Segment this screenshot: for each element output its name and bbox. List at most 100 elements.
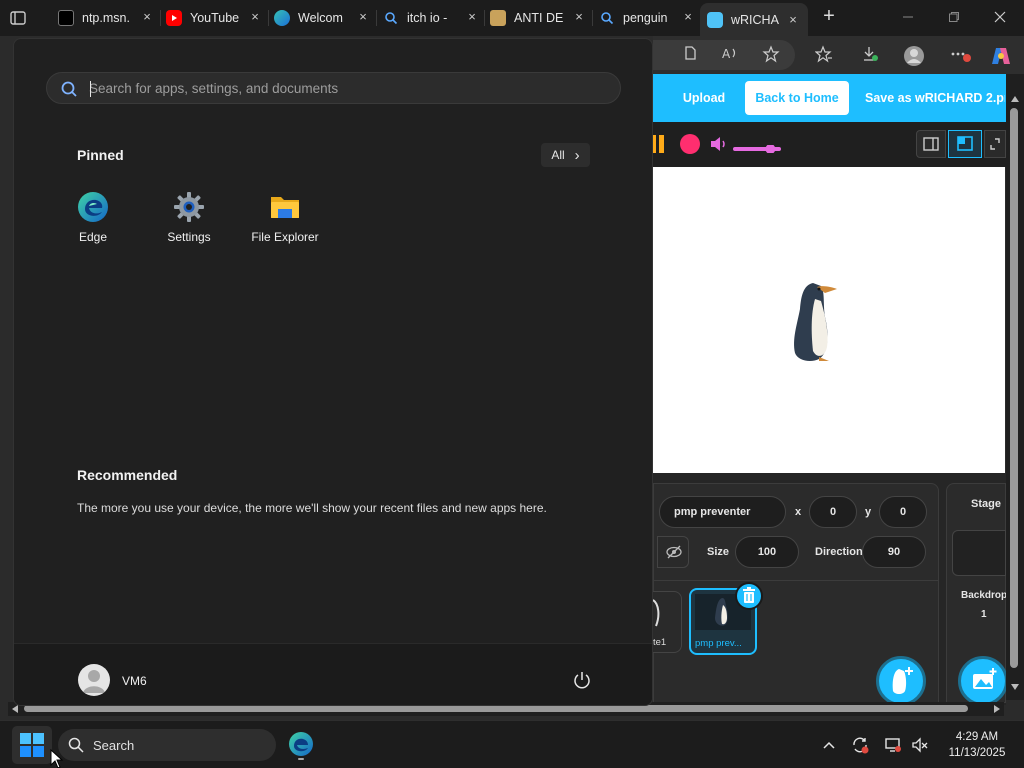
tab-welcome[interactable]: Welcom ×	[274, 6, 370, 30]
volume-muted-icon[interactable]	[911, 736, 929, 754]
system-clock[interactable]: 4:29 AM 11/13/2025	[940, 729, 1014, 761]
pinned-app-label: File Explorer	[251, 230, 319, 244]
folder-icon	[271, 197, 299, 218]
read-aloud-icon[interactable]: A	[720, 45, 740, 65]
favorites-icon[interactable]	[814, 45, 834, 65]
choose-backdrop-button[interactable]	[958, 656, 1008, 706]
sprite-thumbnail-label: te1	[653, 637, 667, 648]
size-label: Size	[707, 546, 730, 558]
backdrops-count: 1	[981, 609, 987, 620]
pinned-app-file-explorer[interactable]: File Explorer	[240, 189, 330, 249]
tab-close-icon[interactable]: ×	[572, 10, 586, 24]
start-menu-footer: VM6	[14, 643, 652, 705]
selected-sprite-label: pmp prev...	[695, 638, 742, 649]
pinned-app-label: Settings	[167, 230, 211, 244]
start-menu: Pinned All › Edge	[13, 38, 653, 706]
more-options-icon[interactable]	[950, 45, 971, 65]
y-input[interactable]: 0	[879, 496, 927, 528]
user-name[interactable]: VM6	[122, 674, 147, 688]
page-vertical-scrollbar[interactable]	[1006, 74, 1024, 700]
downloads-icon[interactable]	[860, 45, 880, 65]
panel-divider	[653, 580, 939, 581]
choose-sprite-button[interactable]	[876, 656, 926, 706]
page-icon[interactable]	[680, 45, 700, 65]
sync-icon[interactable]	[851, 736, 869, 754]
tab-title: itch io -	[407, 11, 448, 25]
sprite-thumbnail[interactable]: te1	[653, 591, 682, 653]
edge-icon	[78, 192, 108, 222]
delete-sprite-button[interactable]	[735, 582, 763, 610]
tab-title: YouTube	[190, 11, 240, 25]
sprite-name-input[interactable]: pmp preventer	[659, 496, 786, 528]
tab-penguin[interactable]: penguin ×	[599, 6, 695, 30]
direction-label: Direction	[815, 546, 863, 558]
new-tab-button[interactable]: +	[818, 6, 840, 28]
fullscreen-button[interactable]	[984, 130, 1006, 158]
tab-close-icon[interactable]: ×	[786, 13, 800, 27]
browser-tab-bar: ntp.msn. × YouTube × Welcom × itch io - …	[0, 0, 1024, 36]
stage-label: Stage	[971, 498, 1001, 510]
taskbar-search-box[interactable]: Search	[58, 729, 276, 761]
close-window-button[interactable]	[990, 8, 1010, 28]
volume-slider[interactable]	[733, 140, 781, 154]
edge-icon	[289, 732, 313, 760]
tab-close-icon[interactable]: ×	[681, 10, 695, 24]
copilot-icon[interactable]	[990, 45, 1010, 65]
power-icon[interactable]	[572, 670, 592, 690]
edge-favicon-icon	[274, 10, 290, 26]
stage-thumbnail[interactable]	[952, 530, 1006, 576]
tab-separator	[268, 10, 269, 26]
pinned-app-edge[interactable]: Edge	[48, 189, 138, 249]
save-as-button[interactable]: Save as wRICHARD 2.pm	[857, 81, 1005, 115]
penguinmod-favicon-icon	[707, 11, 723, 28]
tab-separator	[484, 10, 485, 26]
tab-separator	[592, 10, 593, 26]
msn-favicon-icon	[58, 10, 74, 26]
x-label: x	[795, 506, 802, 518]
favorite-star-icon[interactable]	[761, 45, 781, 65]
tab-anti-de[interactable]: ANTI DE ×	[490, 6, 586, 30]
small-stage-button[interactable]	[916, 130, 946, 158]
pause-icon[interactable]	[653, 135, 667, 153]
tab-youtube[interactable]: YouTube ×	[166, 6, 262, 30]
tab-actions-icon[interactable]	[8, 8, 28, 28]
restore-button[interactable]	[944, 8, 964, 28]
minimize-button[interactable]	[898, 8, 918, 28]
profile-avatar-icon[interactable]	[903, 45, 924, 66]
start-button[interactable]	[12, 726, 52, 764]
tab-wrichard-active[interactable]: wRICHA ×	[700, 3, 808, 36]
taskbar-search-label: Search	[93, 738, 135, 753]
tab-itch-io[interactable]: itch io - ×	[383, 6, 479, 30]
user-avatar[interactable]	[78, 664, 110, 696]
stop-record-icon[interactable]	[680, 134, 700, 154]
hide-sprite-button[interactable]	[657, 536, 689, 568]
show-hidden-icons-icon[interactable]	[820, 736, 838, 754]
tab-close-icon[interactable]: ×	[140, 10, 154, 24]
all-apps-button[interactable]: All ›	[541, 143, 590, 167]
youtube-favicon-icon	[166, 10, 182, 26]
taskbar-edge-button[interactable]	[286, 729, 316, 761]
tab-title: wRICHA	[731, 12, 779, 27]
penguin-sprite-icon[interactable]	[789, 277, 839, 363]
pinned-app-label: Edge	[78, 230, 108, 244]
size-input[interactable]: 100	[735, 536, 799, 568]
tab-close-icon[interactable]: ×	[356, 10, 370, 24]
pinned-app-settings[interactable]: Settings	[144, 189, 234, 249]
pinned-heading: Pinned	[77, 147, 124, 163]
upload-button[interactable]: Upload	[668, 81, 740, 115]
tab-title: ntp.msn.	[82, 11, 130, 25]
tab-close-icon[interactable]: ×	[248, 10, 262, 24]
display-icon[interactable]	[884, 736, 902, 754]
tab-title: penguin	[623, 11, 668, 25]
tab-close-icon[interactable]: ×	[465, 10, 479, 24]
start-search-input[interactable]	[89, 78, 589, 98]
direction-input[interactable]: 90	[862, 536, 926, 568]
normal-stage-button[interactable]	[948, 130, 982, 158]
x-input[interactable]: 0	[809, 496, 857, 528]
stage-canvas[interactable]	[653, 167, 1005, 473]
back-to-home-button[interactable]: Back to Home	[745, 81, 849, 115]
recommended-heading: Recommended	[77, 467, 178, 483]
y-label: y	[865, 506, 872, 518]
tab-ntp-msn[interactable]: ntp.msn. ×	[58, 6, 154, 30]
start-search-box[interactable]	[46, 72, 621, 104]
